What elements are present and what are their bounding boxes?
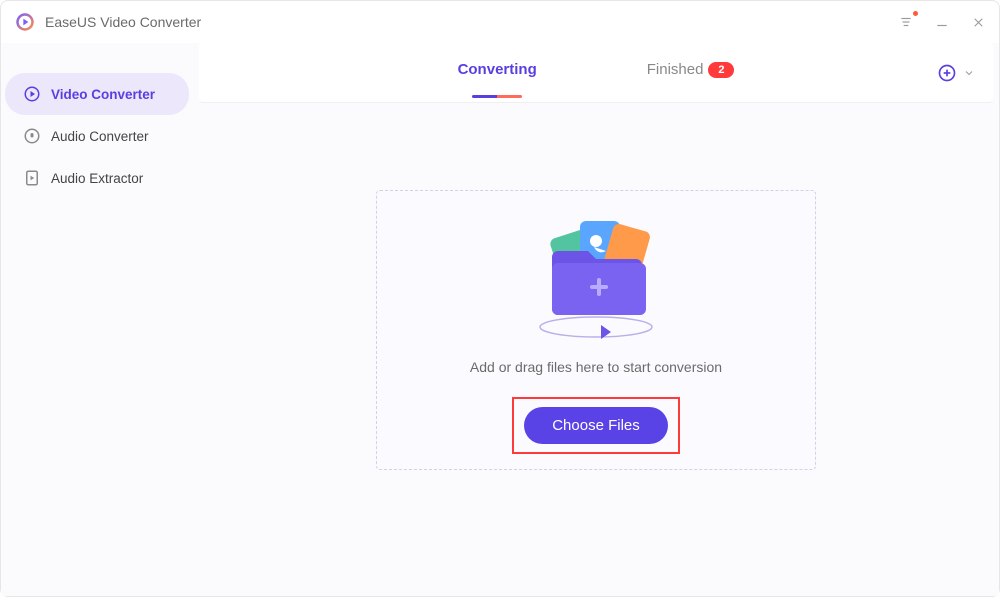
app-title: EaseUS Video Converter	[45, 14, 201, 30]
tab-label: Converting	[458, 61, 537, 78]
tab-underline	[472, 95, 522, 98]
chevron-down-icon	[963, 67, 975, 79]
app-window: EaseUS Video Converter	[0, 0, 1000, 597]
main-panel: Converting Finished 2	[193, 43, 999, 596]
sidebar-item-label: Video Converter	[51, 87, 155, 102]
menu-icon[interactable]	[897, 13, 915, 31]
dropzone[interactable]: Add or drag files here to start conversi…	[376, 190, 816, 470]
plus-circle-icon	[937, 63, 957, 83]
content-area: Add or drag files here to start conversi…	[193, 103, 999, 596]
audio-extractor-icon	[23, 169, 41, 187]
minimize-icon[interactable]	[933, 13, 951, 31]
add-button[interactable]	[937, 63, 975, 83]
notification-dot-icon	[913, 11, 918, 16]
sidebar: Video Converter Audio Converter	[1, 43, 193, 596]
sidebar-item-label: Audio Extractor	[51, 171, 143, 186]
sidebar-item-video-converter[interactable]: Video Converter	[5, 73, 189, 115]
video-converter-icon	[23, 85, 41, 103]
choose-files-button[interactable]: Choose Files	[524, 407, 668, 444]
tabs-row: Converting Finished 2	[199, 43, 993, 103]
tab-converting[interactable]: Converting	[458, 61, 537, 84]
tabs: Converting Finished 2	[458, 61, 735, 84]
sidebar-item-audio-extractor[interactable]: Audio Extractor	[5, 157, 189, 199]
drop-text: Add or drag files here to start conversi…	[470, 359, 722, 375]
titlebar: EaseUS Video Converter	[1, 1, 999, 43]
body: Video Converter Audio Converter	[1, 43, 999, 596]
close-icon[interactable]	[969, 13, 987, 31]
tab-finished[interactable]: Finished 2	[647, 61, 735, 84]
audio-converter-icon	[23, 127, 41, 145]
choose-highlight: Choose Files	[512, 397, 680, 454]
folder-illustration-icon	[516, 207, 676, 355]
app-logo-icon	[15, 12, 35, 32]
tab-label: Finished	[647, 61, 704, 78]
sidebar-item-label: Audio Converter	[51, 129, 149, 144]
finished-badge: 2	[708, 62, 734, 78]
window-controls	[897, 1, 987, 43]
sidebar-item-audio-converter[interactable]: Audio Converter	[5, 115, 189, 157]
